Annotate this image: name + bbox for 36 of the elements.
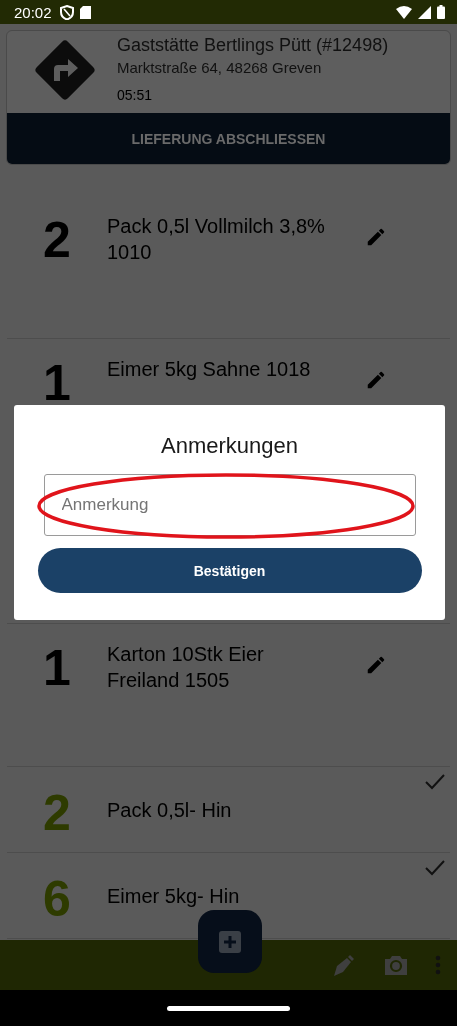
plus-icon [219,930,241,953]
item-quantity: 2 [42,211,72,270]
sd-card-icon [79,5,91,19]
item-name: Eimer 5kg- Hin [107,884,241,909]
edit-icon[interactable] [365,369,387,391]
item-row[interactable]: 2 Pack 0,5l- Hin [7,767,450,853]
check-icon [424,773,446,791]
item-name: Pack 0,5l- Hin [107,798,233,823]
dialog-title: Anmerkungen [161,433,298,459]
item-quantity: 1 [42,354,72,413]
add-button[interactable] [198,910,262,973]
customer-address: Marktstraße 64, 48268 Greven [117,58,323,78]
item-name: Eimer 5kg Sahne 1018 [107,357,312,382]
customer-name: Gaststätte Bertlings Pütt (#12498) [117,34,389,56]
home-handle[interactable] [167,1005,290,1011]
delivery-time: 05:51 [117,86,154,105]
item-quantity: 6 [42,870,72,929]
edit-icon[interactable] [365,654,387,676]
wifi-icon [396,5,412,19]
item-row[interactable]: 2 Pack 0,5l Vollmilch 3,8% 1010 [7,196,450,339]
item-quantity: 2 [42,784,72,843]
confirm-button[interactable]: Bestätigen [37,548,422,593]
battery-icon [437,5,445,19]
clock: 20:02 [14,3,52,21]
camera-icon[interactable] [383,954,409,976]
item-row[interactable]: 1 Karton 10Stk Eier Freiland 1505 [7,624,450,767]
item-name: Pack 0,5l Vollmilch 3,8% 1010 [107,214,326,265]
finish-delivery-button[interactable]: LIEFERUNG ABSCHLIESSEN [7,113,450,164]
note-input-field[interactable]: Anmerkung [43,474,416,536]
check-icon [424,859,446,877]
edit-icon[interactable] [365,226,387,248]
item-name: Karton 10Stk Eier Freiland 1505 [107,642,265,693]
pen-icon[interactable] [331,952,357,978]
shield-icon [59,4,74,20]
item-quantity: 1 [42,639,72,698]
signal-icon [418,5,431,19]
